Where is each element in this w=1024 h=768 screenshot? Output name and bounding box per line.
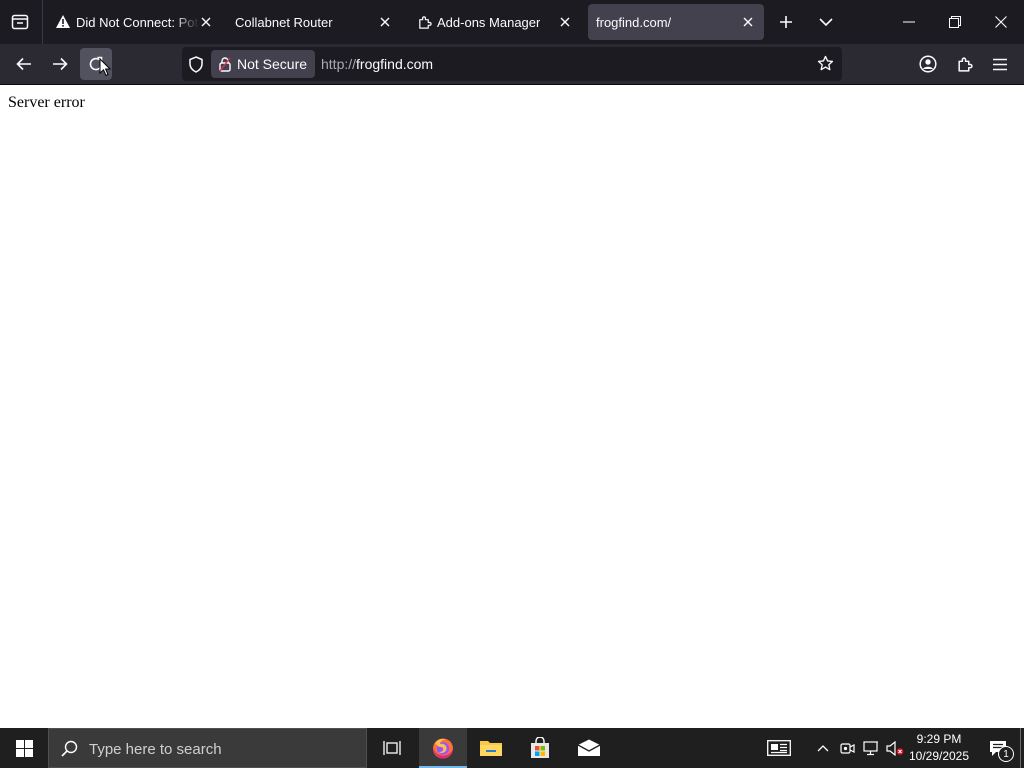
- warning-icon: [55, 14, 71, 29]
- meet-now-icon: [839, 742, 855, 754]
- action-center-button[interactable]: 1: [978, 728, 1018, 768]
- new-tab-button[interactable]: [772, 8, 800, 36]
- taskbar-file-explorer[interactable]: [467, 728, 515, 768]
- security-status-label: Not Secure: [237, 56, 308, 72]
- volume-muted-icon: [886, 740, 904, 756]
- back-button[interactable]: [8, 48, 40, 80]
- firefox-view-icon: [11, 14, 29, 30]
- taskbar-search-box[interactable]: Type here to search: [48, 728, 367, 768]
- account-button[interactable]: [912, 48, 944, 80]
- system-clock[interactable]: 9:29 PM 10/29/2025: [906, 731, 972, 765]
- start-button[interactable]: [0, 728, 48, 768]
- tab-close-icon[interactable]: [377, 14, 393, 30]
- bookmark-star-icon[interactable]: [817, 55, 834, 72]
- chevron-down-icon: [819, 18, 833, 27]
- search-icon: [61, 740, 78, 757]
- news-widget-button[interactable]: [760, 728, 798, 768]
- arrow-left-icon: [16, 57, 31, 71]
- page-content: Server error: [0, 85, 1024, 728]
- tab-title: frogfind.com/: [596, 15, 672, 30]
- extensions-button[interactable]: [948, 48, 980, 80]
- tab-addons-manager[interactable]: Add-ons Manager: [409, 4, 581, 40]
- app-menu-button[interactable]: [984, 48, 1016, 80]
- tracking-protection-shield-icon[interactable]: [188, 56, 204, 73]
- task-view-button[interactable]: [368, 728, 416, 768]
- show-hidden-icons-button[interactable]: [812, 728, 834, 768]
- hamburger-menu-icon: [993, 58, 1007, 70]
- folder-icon: [480, 741, 502, 756]
- restore-button[interactable]: [932, 0, 978, 44]
- firefox-icon: [433, 738, 453, 759]
- minimize-button[interactable]: [886, 0, 932, 44]
- taskbar-mail[interactable]: [565, 728, 613, 768]
- store-bag-icon: [531, 737, 549, 758]
- tab-title: Collabnet Router: [235, 15, 333, 30]
- tab-collabnet-router[interactable]: Collabnet Router: [229, 4, 401, 40]
- show-desktop-button[interactable]: [1020, 728, 1024, 768]
- tab-close-icon[interactable]: [557, 14, 573, 30]
- forward-button[interactable]: [44, 48, 76, 80]
- tab-strip: Did Not Connect: Potential Security Issu…: [0, 0, 1024, 44]
- puzzle-icon: [417, 15, 432, 30]
- clock-time: 9:29 PM: [916, 732, 962, 746]
- arrow-right-icon: [53, 57, 68, 71]
- tab-title: Did Not Connect: Potential Security Issu…: [76, 15, 199, 30]
- url-host: frogfind.com: [356, 56, 434, 72]
- puzzle-icon: [957, 56, 973, 72]
- restore-icon: [949, 16, 961, 28]
- tab-close-icon[interactable]: [740, 14, 756, 30]
- close-window-button[interactable]: [978, 0, 1024, 44]
- task-view-icon: [383, 741, 401, 755]
- mouse-cursor-icon: [99, 58, 111, 77]
- chevron-up-icon: [817, 745, 829, 752]
- network-status-button[interactable]: [860, 728, 882, 768]
- news-icon: [767, 740, 791, 756]
- meet-now-button[interactable]: [836, 728, 858, 768]
- navigation-toolbar: Not Secure http://frogfind.com: [0, 44, 1024, 85]
- site-identity-button[interactable]: Not Secure: [211, 50, 316, 78]
- tab-strip-separator: [42, 0, 43, 44]
- windows-taskbar: Type here to search 9:29 PM 10/29/2025 1: [0, 728, 1024, 768]
- volume-button[interactable]: [884, 728, 906, 768]
- url-bar[interactable]: Not Secure http://frogfind.com: [182, 47, 842, 81]
- list-all-tabs-button[interactable]: [812, 8, 840, 36]
- url-text[interactable]: http://frogfind.com: [321, 56, 433, 72]
- mail-icon: [577, 739, 601, 756]
- tab-frogfind[interactable]: frogfind.com/: [588, 4, 764, 40]
- clock-date: 10/29/2025: [908, 749, 970, 763]
- taskbar-microsoft-store[interactable]: [516, 728, 564, 768]
- tab-title: Add-ons Manager: [437, 15, 541, 30]
- firefox-view-button[interactable]: [0, 0, 40, 44]
- account-icon: [919, 55, 937, 73]
- network-icon: [863, 740, 878, 755]
- tab-close-icon[interactable]: [198, 14, 214, 30]
- close-icon: [995, 16, 1007, 28]
- plus-icon: [780, 16, 792, 28]
- notification-count-badge: 1: [998, 746, 1014, 762]
- search-placeholder: Type here to search: [89, 741, 222, 758]
- windows-logo-icon: [15, 739, 33, 757]
- taskbar-firefox[interactable]: [419, 728, 467, 768]
- insecure-lock-icon: [219, 56, 231, 72]
- url-scheme: http://: [321, 56, 357, 72]
- server-error-message: Server error: [8, 94, 85, 111]
- minimize-icon: [903, 21, 915, 23]
- tab-did-not-connect[interactable]: Did Not Connect: Potential Security Issu…: [50, 4, 222, 40]
